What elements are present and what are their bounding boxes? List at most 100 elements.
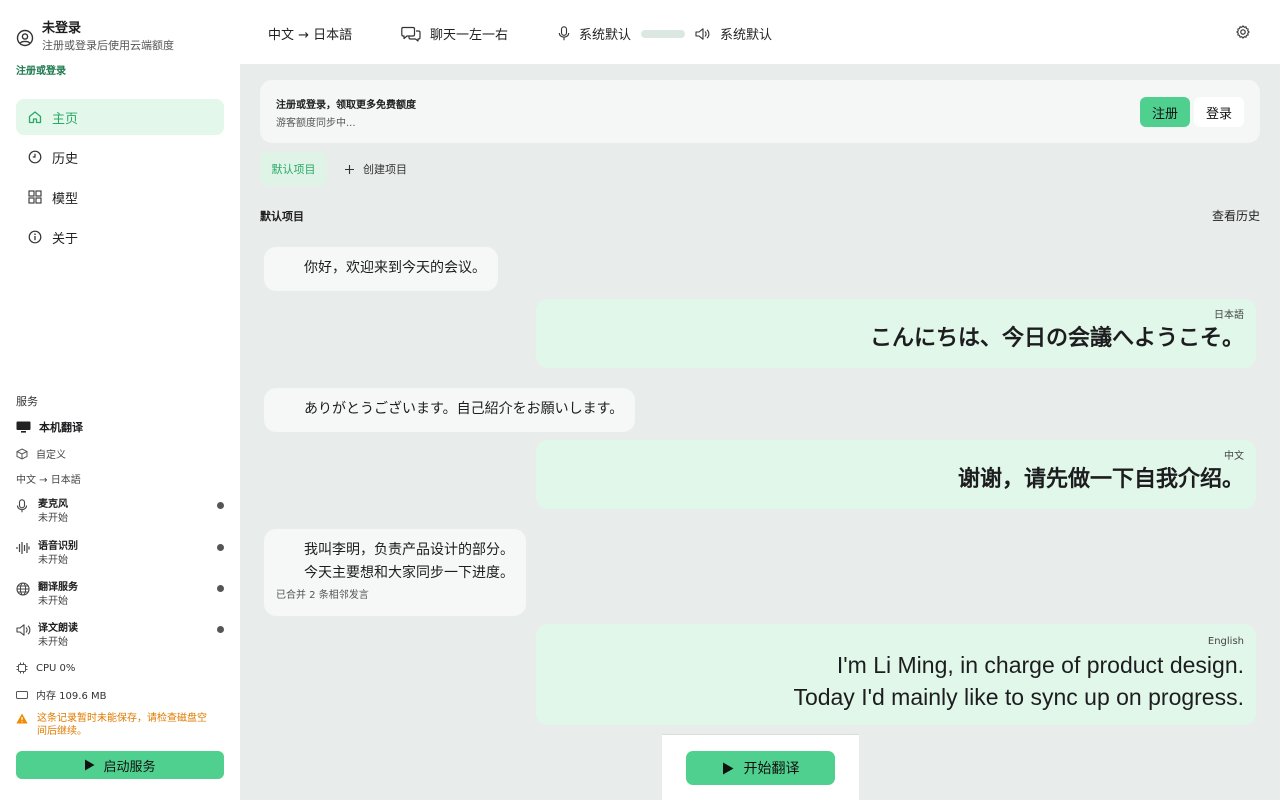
memory-value: 内存 109.6 MB [36, 691, 107, 702]
speaker-icon [16, 623, 31, 650]
sidebar-item-label: 历史 [52, 151, 79, 167]
service-status: 未开始 [38, 596, 68, 607]
home-icon [28, 110, 52, 124]
cpu-value: CPU 0% [36, 662, 76, 674]
sidebar-item-about[interactable]: 关于 [16, 219, 224, 255]
service-microphone: 麦克风 未开始 [16, 498, 224, 526]
banner-subtitle: 游客额度同步中... [276, 118, 356, 129]
banner-title: 注册或登录，领取更多免费额度 [276, 100, 416, 111]
status-dot [217, 585, 224, 592]
service-status: 未开始 [38, 637, 68, 648]
cube-icon [16, 447, 36, 460]
speaker-icon [695, 27, 720, 41]
service-speech-recognition: 语音识别 未开始 [16, 540, 224, 568]
play-icon [84, 759, 103, 771]
sidebar-item-models[interactable]: 模型 [16, 179, 224, 215]
language-pair-label: 中文 → 日本語 [268, 28, 353, 43]
globe-icon [16, 582, 30, 609]
user-avatar-icon [16, 29, 34, 47]
target-language-label: English [1207, 636, 1244, 647]
mic-device-select[interactable]: 系统默认 [579, 24, 631, 43]
chat-bubbles-icon [401, 26, 430, 42]
local-translation[interactable]: 本机翻译 [16, 419, 83, 435]
sidebar-item-label: 关于 [52, 231, 79, 247]
start-translation-button[interactable]: 开始翻译 [686, 751, 835, 785]
source-bubble: 你好，欢迎来到今天的会议。 [264, 247, 498, 291]
service-translation: 翻译服务 未开始 [16, 581, 224, 609]
view-history-link[interactable]: 查看历史 [1212, 207, 1260, 224]
bottom-control-panel: 开始翻译 [662, 734, 859, 800]
source-text: 你好，欢迎来到今天的会议。 [304, 260, 486, 276]
service-name: 麦克风 [38, 499, 68, 510]
microphone-icon [16, 499, 30, 526]
layout-mode-selector[interactable]: 聊天一左一右 [401, 24, 508, 43]
sidebar-item-home[interactable]: 主页 [16, 99, 224, 135]
plus-icon [344, 164, 363, 175]
start-service-button[interactable]: 启动服务 [16, 751, 224, 779]
create-project-label: 创建项目 [363, 163, 407, 176]
source-text-line: 我叫李明，负责产品设计的部分。 [304, 542, 514, 558]
main-content: 注册或登录，领取更多免费额度 游客额度同步中... 注册 登录 默认项目 创建项… [240, 64, 1280, 800]
user-profile[interactable]: 未登录 注册或登录后使用云端额度 [16, 20, 174, 55]
microphone-icon [558, 26, 579, 41]
memory-icon [16, 690, 36, 700]
language-selector[interactable]: 中文 → 日本語 [268, 24, 352, 43]
sidebar: 未登录 注册或登录后使用云端额度 注册或登录 主页 历史 模型 关于 服务 本机… [0, 0, 240, 800]
status-dot [217, 502, 224, 509]
user-subtitle: 注册或登录后使用云端额度 [42, 39, 174, 52]
start-translation-label: 开始翻译 [743, 761, 800, 777]
status-dot [217, 544, 224, 551]
status-dot [217, 626, 224, 633]
gear-icon[interactable] [1236, 25, 1250, 39]
target-text-line: I'm Li Ming, in charge of product design… [836, 652, 1244, 678]
custom-service[interactable]: 自定义 [16, 446, 66, 461]
audio-devices: 系统默认 系统默认 [558, 24, 772, 43]
target-text: こんにちは、今日の会議へようこそ。 [869, 326, 1244, 351]
services-title: 服务 [16, 395, 38, 408]
sidebar-item-history[interactable]: 历史 [16, 139, 224, 175]
tab-default-project[interactable]: 默认项目 [260, 152, 327, 186]
clock-icon [28, 150, 52, 164]
memory-stat: 内存 109.6 MB [16, 687, 106, 702]
sidebar-nav: 主页 历史 模型 关于 [16, 99, 224, 259]
service-language-pair: 中文 → 日本語 [16, 475, 81, 486]
info-icon [28, 230, 52, 244]
topbar: 中文 → 日本語 聊天一左一右 系统默认 系统默认 [240, 0, 1280, 64]
layout-mode-label: 聊天一左一右 [430, 28, 509, 43]
volume-slider[interactable] [641, 29, 686, 38]
sidebar-item-label: 模型 [52, 191, 79, 207]
user-name: 未登录 [42, 21, 82, 36]
login-button[interactable]: 登录 [1194, 97, 1244, 127]
target-bubble: 日本語 こんにちは、今日の会議へようこそ。 [536, 299, 1256, 368]
target-bubble: English I'm Li Ming, in charge of produc… [536, 624, 1256, 725]
register-button[interactable]: 注册 [1140, 97, 1190, 127]
merge-note: 已合并 2 条相邻发言 [276, 590, 369, 601]
login-link[interactable]: 注册或登录 [16, 62, 66, 77]
service-name: 译文朗读 [38, 623, 78, 634]
warning-icon [16, 712, 37, 738]
grid-icon [28, 190, 52, 204]
cpu-stat: CPU 0% [16, 662, 75, 674]
service-status: 未开始 [38, 555, 68, 566]
sidebar-item-label: 主页 [52, 111, 79, 127]
warning-text: 这条记录暂时未能保存，请检查磁盘空间后继续。 [37, 713, 207, 737]
service-tts: 译文朗读 未开始 [16, 622, 224, 650]
target-language-label: 日本語 [1214, 310, 1244, 321]
login-banner: 注册或登录，领取更多免费额度 游客额度同步中... 注册 登录 [260, 80, 1260, 143]
project-title: 默认项目 [260, 210, 304, 223]
target-text: 谢谢，请先做一下自我介绍。 [957, 467, 1244, 492]
service-status: 未开始 [38, 513, 68, 524]
speaker-device-select[interactable]: 系统默认 [720, 24, 772, 43]
target-text-line: Today I'd mainly like to sync up on prog… [793, 684, 1244, 710]
target-language-label: 中文 [1224, 451, 1244, 462]
service-name: 语音识别 [38, 541, 78, 552]
service-name: 翻译服务 [38, 582, 78, 593]
source-bubble: ありがとうございます。自己紹介をお願いします。 [264, 388, 636, 432]
tab-create-project[interactable]: 创建项目 [344, 152, 407, 186]
start-service-label: 启动服务 [103, 759, 156, 775]
source-bubble: 我叫李明，负责产品设计的部分。 今天主要想和大家同步一下进度。 已合并 2 条相… [264, 529, 526, 616]
source-text-line: 今天主要想和大家同步一下进度。 [304, 565, 514, 581]
save-warning: 这条记录暂时未能保存，请检查磁盘空间后继续。 [16, 712, 216, 738]
monitor-icon [16, 421, 39, 433]
target-bubble: 中文 谢谢，请先做一下自我介绍。 [536, 440, 1256, 509]
